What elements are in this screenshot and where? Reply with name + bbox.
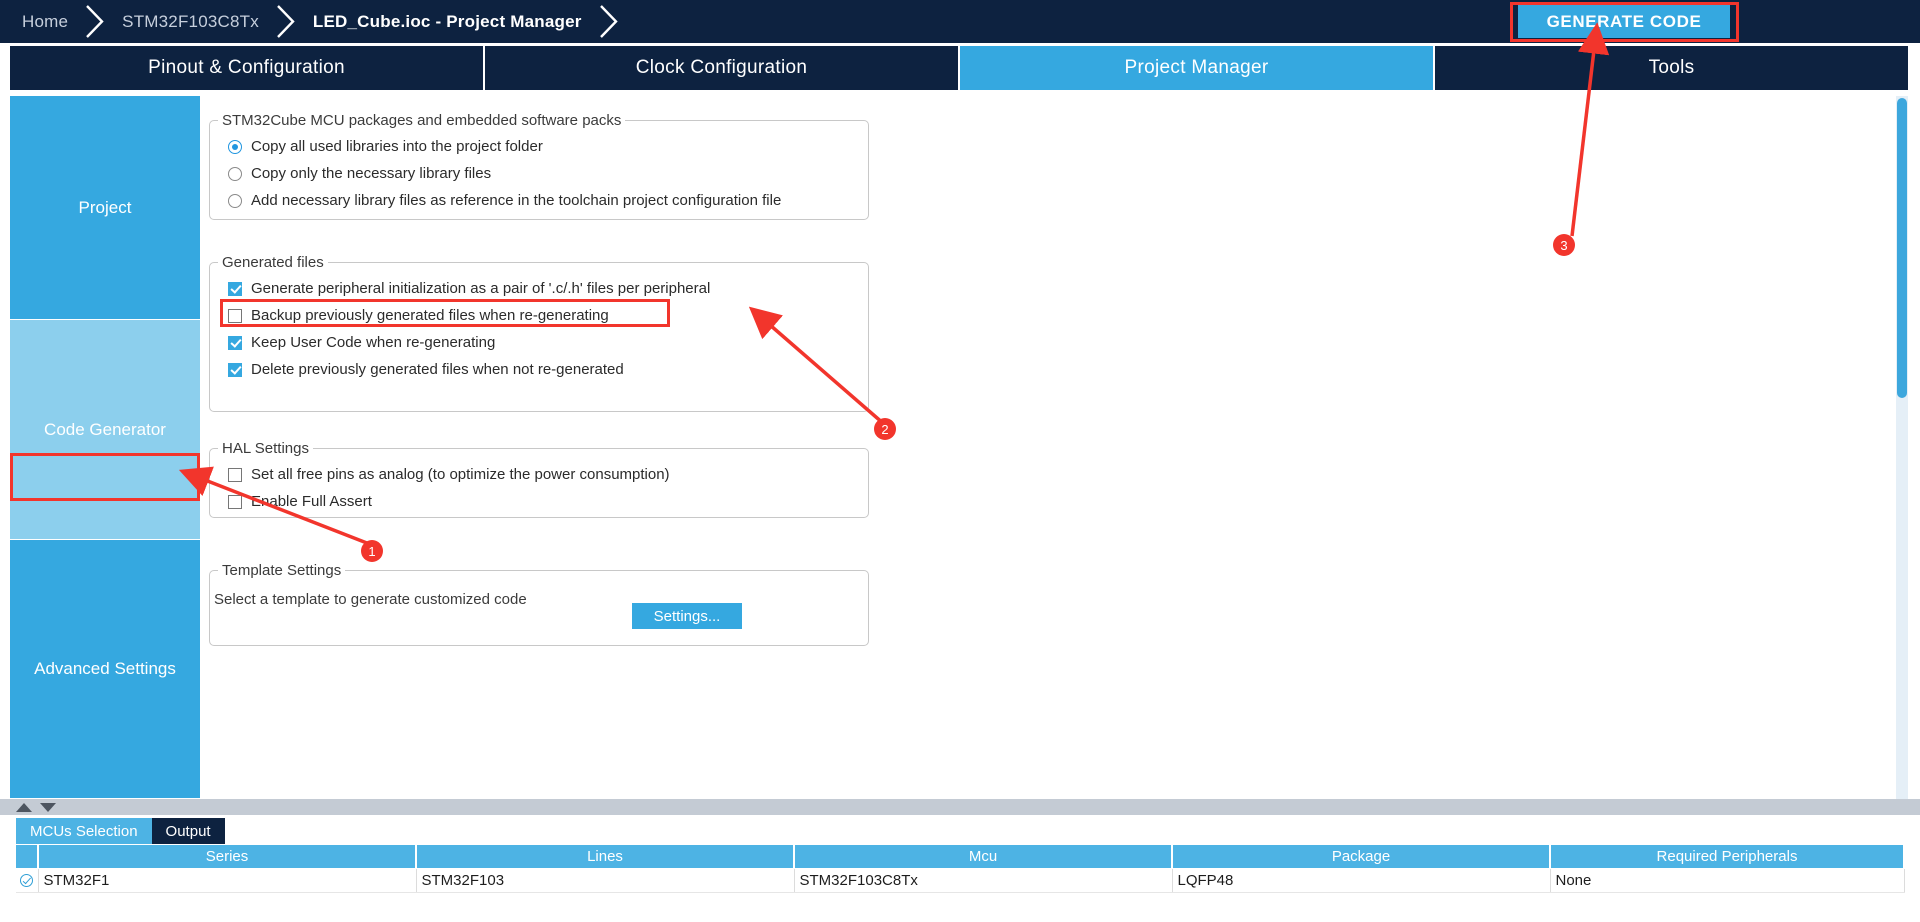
collapse-up-icon[interactable] — [16, 802, 32, 812]
checkbox-generate-peripheral-init[interactable]: Generate peripheral initialization as a … — [228, 275, 868, 302]
option-label: Generate peripheral initialization as a … — [251, 280, 711, 297]
group-generated-files: Generated files Generate peripheral init… — [209, 254, 869, 412]
option-label: Backup previously generated files when r… — [251, 307, 609, 324]
group-mcu-packages: STM32Cube MCU packages and embedded soft… — [209, 112, 869, 220]
cell-mcu: STM32F103C8Tx — [794, 868, 1173, 893]
option-label: Delete previously generated files when n… — [251, 361, 624, 378]
code-generator-panel: STM32Cube MCU packages and embedded soft… — [200, 96, 1910, 799]
tab-pinout-configuration[interactable]: Pinout & Configuration — [10, 46, 485, 90]
sidebar-item-code-generator[interactable]: Code Generator — [10, 320, 200, 540]
chevron-right-icon — [82, 0, 108, 43]
option-label: Add necessary library files as reference… — [251, 192, 782, 209]
table-header-series[interactable]: Series — [38, 845, 417, 869]
breadcrumb-item-current[interactable]: LED_Cube.ioc - Project Manager — [299, 0, 596, 43]
cell-package: LQFP48 — [1172, 868, 1551, 893]
vertical-scrollbar[interactable] — [1896, 96, 1908, 799]
template-description: Select a template to generate customized… — [214, 591, 527, 608]
sidebar-item-project[interactable]: Project — [10, 96, 200, 320]
scrollbar-thumb[interactable] — [1897, 98, 1907, 398]
chevron-right-icon — [273, 0, 299, 43]
group-legend: Generated files — [222, 254, 324, 271]
dock-splitter[interactable] — [0, 799, 1920, 815]
checkbox-indicator-icon — [228, 467, 242, 482]
checkbox-indicator-icon — [228, 335, 242, 350]
option-label: Copy all used libraries into the project… — [251, 138, 543, 155]
option-label: Set all free pins as analog (to optimize… — [251, 466, 670, 483]
group-body: Set all free pins as analog (to optimize… — [210, 457, 868, 521]
radio-indicator-icon — [228, 166, 242, 181]
annotation-marker-1: 1 — [361, 540, 383, 562]
cell-lines: STM32F103 — [416, 868, 795, 893]
generate-code-button[interactable]: GENERATE CODE — [1518, 5, 1730, 38]
template-settings-button[interactable]: Settings... — [632, 603, 742, 629]
checkbox-backup-previously-generated[interactable]: Backup previously generated files when r… — [228, 302, 868, 329]
tabstrip-lead — [0, 43, 10, 93]
annotation-marker-2: 2 — [874, 418, 896, 440]
dock-tab-strip: MCUs Selection Output — [16, 818, 225, 844]
table-header-row: Series Lines Mcu Package Required Periph… — [16, 845, 1905, 869]
group-body: Generate peripheral initialization as a … — [210, 271, 868, 389]
table-header-package[interactable]: Package — [1172, 845, 1551, 869]
group-legend: Template Settings — [222, 562, 342, 579]
group-legend: STM32Cube MCU packages and embedded soft… — [222, 112, 622, 129]
group-template-settings: Template Settings Select a template to g… — [209, 562, 869, 646]
project-manager-sidebar: Project Code Generator Advanced Settings — [10, 96, 200, 799]
group-legend: HAL Settings — [222, 440, 309, 457]
mcus-selection-table: Series Lines Mcu Package Required Periph… — [16, 845, 1905, 893]
table-header-gutter — [16, 845, 39, 869]
breadcrumb-item-mcu[interactable]: STM32F103C8Tx — [108, 0, 273, 43]
generate-code-wrapper: GENERATE CODE — [1510, 2, 1739, 42]
stm32cubemx-window: Home STM32F103C8Tx LED_Cube.ioc - Projec… — [0, 0, 1920, 922]
breadcrumb-item-home[interactable]: Home — [0, 0, 82, 43]
cell-series: STM32F1 — [38, 868, 417, 893]
main-tab-strip: Pinout & Configuration Clock Configurati… — [0, 43, 1920, 93]
check-circle-icon — [20, 874, 34, 888]
checkbox-delete-previously-generated[interactable]: Delete previously generated files when n… — [228, 356, 868, 383]
dock-tab-mcus-selection[interactable]: MCUs Selection — [16, 818, 152, 844]
radio-copy-all-libraries[interactable]: Copy all used libraries into the project… — [228, 133, 868, 160]
tab-tools[interactable]: Tools — [1435, 46, 1910, 90]
table-header-lines[interactable]: Lines — [416, 845, 795, 869]
sidebar-item-advanced-settings[interactable]: Advanced Settings — [10, 540, 200, 799]
tab-project-manager[interactable]: Project Manager — [960, 46, 1435, 90]
checkbox-keep-user-code[interactable]: Keep User Code when re-generating — [228, 329, 868, 356]
cell-required-peripherals: None — [1550, 868, 1905, 893]
checkbox-indicator-icon — [228, 494, 242, 509]
checkbox-set-free-pins-analog[interactable]: Set all free pins as analog (to optimize… — [228, 461, 868, 488]
sidebar-item-label: Project — [78, 197, 132, 217]
template-row: Select a template to generate customized… — [210, 579, 868, 608]
checkbox-indicator-icon — [228, 281, 242, 296]
row-selected-indicator — [16, 868, 39, 893]
option-label: Enable Full Assert — [251, 493, 372, 510]
sidebar-item-label: Advanced Settings — [34, 659, 176, 678]
radio-indicator-icon — [228, 139, 242, 154]
checkbox-indicator-icon — [228, 308, 242, 323]
group-body: Copy all used libraries into the project… — [210, 129, 868, 220]
tab-clock-configuration[interactable]: Clock Configuration — [485, 46, 960, 90]
dock-tab-output[interactable]: Output — [151, 818, 225, 844]
radio-copy-only-necessary[interactable]: Copy only the necessary library files — [228, 160, 868, 187]
radio-indicator-icon — [228, 193, 242, 208]
chevron-right-icon — [596, 0, 622, 43]
expand-down-icon[interactable] — [40, 802, 56, 812]
annotation-marker-3: 3 — [1553, 234, 1575, 256]
tabstrip-trail — [1910, 43, 1920, 93]
bottom-dock: MCUs Selection Output Series Lines Mcu P… — [0, 815, 1920, 922]
option-label: Copy only the necessary library files — [251, 165, 492, 182]
table-row[interactable]: STM32F1 STM32F103 STM32F103C8Tx LQFP48 N… — [16, 868, 1905, 893]
checkbox-indicator-icon — [228, 362, 242, 377]
table-header-required-peripherals[interactable]: Required Peripherals — [1550, 845, 1905, 869]
checkbox-enable-full-assert[interactable]: Enable Full Assert — [228, 488, 868, 515]
group-hal-settings: HAL Settings Set all free pins as analog… — [209, 440, 869, 518]
sidebar-item-label: Code Generator — [44, 419, 166, 439]
table-header-mcu[interactable]: Mcu — [794, 845, 1173, 869]
radio-add-as-reference[interactable]: Add necessary library files as reference… — [228, 187, 868, 214]
option-label: Keep User Code when re-generating — [251, 334, 496, 351]
